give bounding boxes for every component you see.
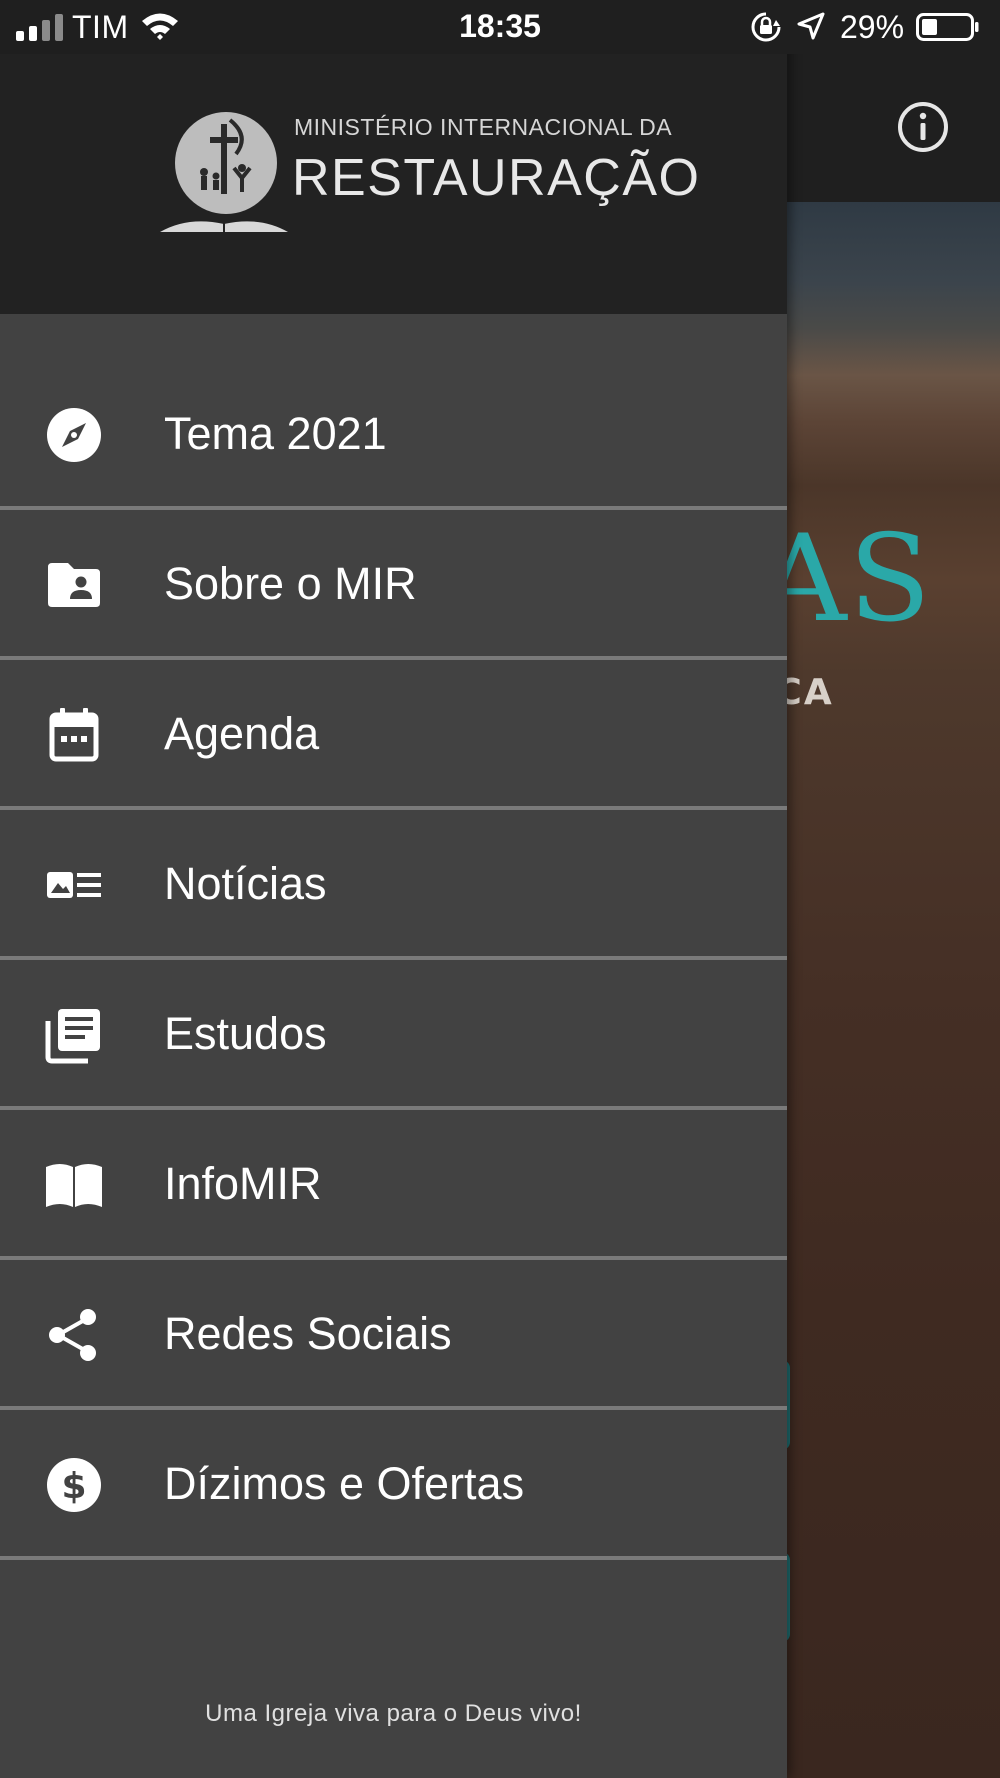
orientation-lock-icon bbox=[751, 12, 781, 42]
logo-subtitle: MINISTÉRIO INTERNACIONAL DA bbox=[294, 114, 673, 140]
menu-item-infomir[interactable]: InfoMIR bbox=[0, 1110, 787, 1260]
library-books-icon bbox=[45, 1009, 100, 1064]
news-icon bbox=[47, 872, 101, 898]
status-bar: TIM 18:35 29% bbox=[0, 0, 1000, 54]
ministry-emblem-icon bbox=[160, 112, 288, 232]
location-icon bbox=[797, 12, 825, 40]
ministry-logo: MINISTÉRIO INTERNACIONAL DA RESTAURAÇÃO bbox=[158, 106, 699, 236]
open-book-icon bbox=[46, 1164, 102, 1207]
navigation-drawer: MINISTÉRIO INTERNACIONAL DA RESTAURAÇÃO … bbox=[0, 0, 787, 1778]
menu-item-noticias[interactable]: Notícias bbox=[0, 810, 787, 960]
menu-item-agenda[interactable]: Agenda bbox=[0, 660, 787, 810]
folder-user-icon bbox=[48, 563, 100, 607]
drawer-header: MINISTÉRIO INTERNACIONAL DA RESTAURAÇÃO bbox=[0, 54, 787, 314]
menu-item-tema-2021[interactable]: Tema 2021 bbox=[0, 360, 787, 510]
logo-title: RESTAURAÇÃO bbox=[292, 149, 701, 207]
menu-item-dizimos-e-ofertas[interactable]: $ Dízimos e Ofertas bbox=[0, 1410, 787, 1560]
menu-item-label: Estudos bbox=[164, 1008, 327, 1059]
svg-text:$: $ bbox=[61, 1466, 86, 1507]
battery-percent: 29% bbox=[840, 9, 905, 45]
drawer-menu: Tema 2021 Sobre o MIR Agenda Notícias Es… bbox=[0, 360, 787, 1560]
menu-item-label: Dízimos e Ofertas bbox=[164, 1458, 525, 1509]
calendar-icon bbox=[49, 708, 99, 762]
menu-item-sobre-o-mir[interactable]: Sobre o MIR bbox=[0, 510, 787, 660]
menu-item-redes-sociais[interactable]: Redes Sociais bbox=[0, 1260, 787, 1410]
menu-item-label: Agenda bbox=[164, 708, 320, 759]
info-icon[interactable] bbox=[896, 100, 950, 154]
menu-item-estudos[interactable]: Estudos bbox=[0, 960, 787, 1110]
drawer-tagline: Uma Igreja viva para o Deus vivo! bbox=[205, 1700, 582, 1727]
menu-item-label: Redes Sociais bbox=[164, 1308, 452, 1359]
battery-icon bbox=[916, 13, 979, 41]
menu-item-label: Notícias bbox=[164, 858, 327, 909]
share-icon bbox=[49, 1309, 96, 1361]
menu-item-label: Tema 2021 bbox=[164, 408, 387, 459]
compass-icon bbox=[47, 408, 101, 462]
dollar-circle-icon: $ bbox=[47, 1458, 101, 1512]
menu-item-label: Sobre o MIR bbox=[164, 558, 417, 609]
menu-item-label: InfoMIR bbox=[164, 1158, 322, 1209]
app-screen: AS ICA TIM 18:35 29% MINISTÉRIO INTERNAC… bbox=[0, 0, 1000, 1778]
